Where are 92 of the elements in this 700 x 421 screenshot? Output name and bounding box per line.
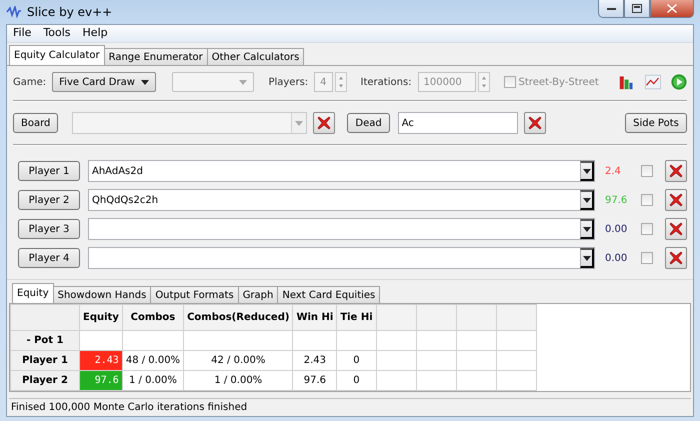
delete-icon <box>668 192 684 208</box>
tab[interactable]: Other Calculators <box>206 48 304 65</box>
dropdown-button[interactable] <box>580 190 594 210</box>
caret-icon <box>582 256 590 260</box>
app-icon <box>6 6 22 18</box>
table-cell: 1 / 0.00% <box>184 370 293 390</box>
maximize-icon <box>632 4 642 13</box>
checkbox[interactable] <box>641 194 653 206</box>
checkbox[interactable] <box>641 252 653 264</box>
delete-icon <box>526 115 543 131</box>
tab[interactable]: Equity <box>12 283 54 303</box>
column-header: Combos(Reduced) <box>184 304 293 330</box>
column-header: Combos <box>122 304 184 330</box>
player-button[interactable]: Player 3 <box>18 219 80 239</box>
caret-icon <box>239 80 248 84</box>
tab[interactable]: Showdown Hands <box>52 286 152 303</box>
checkbox[interactable] <box>504 76 516 88</box>
dead-cards-field[interactable]: Ac <box>398 112 518 134</box>
players-label: Players: <box>268 76 308 88</box>
hand-range-field[interactable]: AhAdAs2d <box>88 160 595 182</box>
tab[interactable]: Range Enumerator <box>104 48 208 65</box>
dead-button[interactable]: Dead <box>347 113 390 133</box>
dropdown-button[interactable] <box>580 161 594 181</box>
delete-button[interactable] <box>665 160 687 182</box>
player-button[interactable]: Player 1 <box>18 161 80 181</box>
column-header: Win Hi <box>292 304 337 330</box>
board-button[interactable]: Board <box>13 113 58 133</box>
caret-icon <box>582 198 590 202</box>
player-button[interactable]: Player 4 <box>18 248 80 268</box>
dropdown-button[interactable] <box>580 248 594 268</box>
delete-icon <box>316 115 332 131</box>
table-cell: 97.6 <box>292 370 337 390</box>
checkbox[interactable] <box>641 165 653 177</box>
delete-button[interactable] <box>665 247 687 269</box>
table-cell: 42 / 0.00% <box>184 350 293 370</box>
status-text: Finised 100,000 Monte Carlo iterations finished <box>11 402 248 413</box>
checkbox-label: Street-By-Street <box>518 76 599 88</box>
column-header: Equity <box>80 304 122 330</box>
minimize-icon <box>606 6 616 10</box>
tab[interactable]: Next Card Equities <box>277 286 380 303</box>
table-cell: 2.43 <box>292 350 337 370</box>
delete-icon <box>668 250 684 266</box>
delete-button[interactable] <box>313 112 336 134</box>
iterations-label: Iterations: <box>360 76 412 88</box>
menu-item[interactable]: Help <box>76 25 114 42</box>
row-header: - Pot 1 <box>10 330 80 350</box>
delete-button[interactable] <box>524 112 546 134</box>
game-dropdown[interactable]: Five Card Draw <box>52 72 156 92</box>
equity-value: 0.00 <box>605 224 628 234</box>
menu-item[interactable]: Tools <box>37 25 77 42</box>
caret-icon <box>582 226 590 232</box>
menu-item[interactable]: File <box>7 25 38 42</box>
side-pots-button[interactable]: Side Pots <box>625 113 687 133</box>
tab[interactable]: Equity Calculator <box>9 45 105 65</box>
maximize-button[interactable] <box>624 0 650 18</box>
equity-value: 2.4 <box>605 166 622 176</box>
caret-icon <box>140 80 149 84</box>
column-header: Tie Hi <box>336 304 376 330</box>
delete-icon <box>668 163 684 179</box>
equity-cell: 97.6 <box>80 370 122 390</box>
delete-button[interactable] <box>665 218 687 240</box>
row-header: Player 1 <box>10 350 80 370</box>
equity-value: 97.6 <box>605 194 628 206</box>
table-cell: 0 <box>336 370 376 390</box>
delete-icon <box>668 221 684 237</box>
spin-buttons[interactable] <box>334 72 347 92</box>
delete-button[interactable] <box>665 189 687 211</box>
minimize-button[interactable] <box>598 0 624 18</box>
close-button[interactable] <box>650 0 694 18</box>
game-label: Game: <box>13 76 46 88</box>
checkbox[interactable] <box>641 223 653 235</box>
equity-value: 0.00 <box>605 252 628 264</box>
player-button[interactable]: Player 2 <box>18 190 80 210</box>
dropdown-button[interactable] <box>580 219 594 239</box>
spin-buttons[interactable] <box>478 72 490 92</box>
hand-range-field[interactable] <box>88 247 595 269</box>
table-cell: 48 / 0.00% <box>122 350 184 370</box>
caret-icon <box>582 168 590 174</box>
tab[interactable]: Graph <box>238 286 278 303</box>
hand-range-field[interactable] <box>88 218 595 240</box>
table-cell: 1 / 0.00% <box>122 370 184 390</box>
tab[interactable]: Output Formats <box>150 286 239 303</box>
caret-icon <box>295 120 304 126</box>
play-icon[interactable] <box>671 72 687 92</box>
equity-cell: 2.43 <box>80 350 122 370</box>
line-chart-icon[interactable] <box>645 73 662 91</box>
board-field[interactable] <box>72 112 308 134</box>
hand-range-field[interactable]: QhQdQs2c2h <box>88 189 595 211</box>
close-icon <box>667 4 677 13</box>
row-header: Player 2 <box>10 370 80 390</box>
window-title: Slice by ev++ <box>27 5 112 19</box>
table-cell: 0 <box>336 350 376 370</box>
